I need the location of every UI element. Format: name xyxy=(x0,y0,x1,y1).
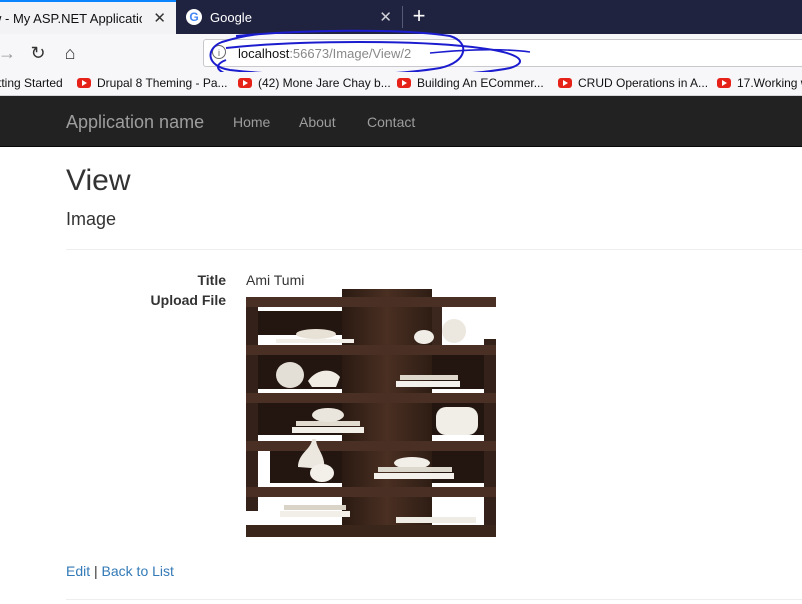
youtube-icon xyxy=(717,78,731,88)
youtube-icon xyxy=(77,78,91,88)
info-icon[interactable]: i xyxy=(212,45,226,59)
divider xyxy=(66,599,802,600)
field-value-title: Ami Tumi xyxy=(246,272,305,288)
divider xyxy=(66,249,802,250)
nav-contact[interactable]: Contact xyxy=(367,114,415,130)
bookmarks-bar: tting Started Drupal 8 Theming - Pa... (… xyxy=(0,72,802,96)
url-host: localhost xyxy=(238,46,290,61)
url-text: localhost:56673/Image/View/2 xyxy=(238,46,411,61)
bookmark-item[interactable]: Building An ECommer... xyxy=(397,76,544,90)
site-navbar: Application name Home About Contact xyxy=(0,96,802,147)
nav-home[interactable]: Home xyxy=(233,114,270,130)
close-icon[interactable]: ✕ xyxy=(379,8,392,26)
youtube-icon xyxy=(558,78,572,88)
home-icon[interactable]: ⌂ xyxy=(57,40,83,66)
field-label-title: Title xyxy=(197,272,226,288)
youtube-icon xyxy=(238,78,252,88)
google-icon: G xyxy=(186,9,202,25)
bookmark-label: Building An ECommer... xyxy=(417,76,544,90)
brand-link[interactable]: Application name xyxy=(66,112,204,133)
bookmark-item[interactable]: Drupal 8 Theming - Pa... xyxy=(77,76,228,90)
bookshelf-photo xyxy=(246,289,496,537)
tab-title: Google xyxy=(210,9,252,25)
bookmark-label: 17.Working w xyxy=(737,76,802,90)
address-bar[interactable]: i localhost:56673/Image/View/2 xyxy=(203,39,802,67)
field-label-upload-file: Upload File xyxy=(150,292,226,308)
action-links: Edit | Back to List xyxy=(66,563,174,579)
new-tab-button[interactable]: + xyxy=(408,4,430,30)
bookmark-label: CRUD Operations in A... xyxy=(578,76,709,90)
tab-my-aspnet-application[interactable]: w - My ASP.NET Application ✕ xyxy=(0,0,176,34)
tab-title: w - My ASP.NET Application xyxy=(0,10,142,26)
bookmark-label: (42) Mone Jare Chay b... xyxy=(258,76,391,90)
bookmark-item[interactable]: 17.Working w xyxy=(717,76,802,90)
tab-google[interactable]: G Google ✕ xyxy=(176,0,402,34)
nav-about[interactable]: About xyxy=(299,114,336,130)
bookmark-item[interactable]: tting Started xyxy=(0,76,63,90)
reload-icon[interactable]: ↻ xyxy=(25,40,51,66)
separator: | xyxy=(94,563,98,579)
tab-strip: w - My ASP.NET Application ✕ G Google ✕ … xyxy=(0,0,802,34)
bookmark-label: Drupal 8 Theming - Pa... xyxy=(97,76,228,90)
close-icon[interactable]: ✕ xyxy=(153,9,166,27)
bookmark-label: tting Started xyxy=(0,76,63,90)
back-arrow-icon[interactable]: → xyxy=(0,40,20,66)
edit-link[interactable]: Edit xyxy=(66,563,90,579)
bookmark-item[interactable]: (42) Mone Jare Chay b... xyxy=(238,76,391,90)
youtube-icon xyxy=(397,78,411,88)
bookmark-item[interactable]: CRUD Operations in A... xyxy=(558,76,708,90)
url-path: :56673/Image/View/2 xyxy=(289,46,412,61)
page-title: View xyxy=(66,164,131,197)
tab-divider xyxy=(402,6,403,28)
page-subtitle: Image xyxy=(66,209,117,229)
back-to-list-link[interactable]: Back to List xyxy=(102,563,174,579)
